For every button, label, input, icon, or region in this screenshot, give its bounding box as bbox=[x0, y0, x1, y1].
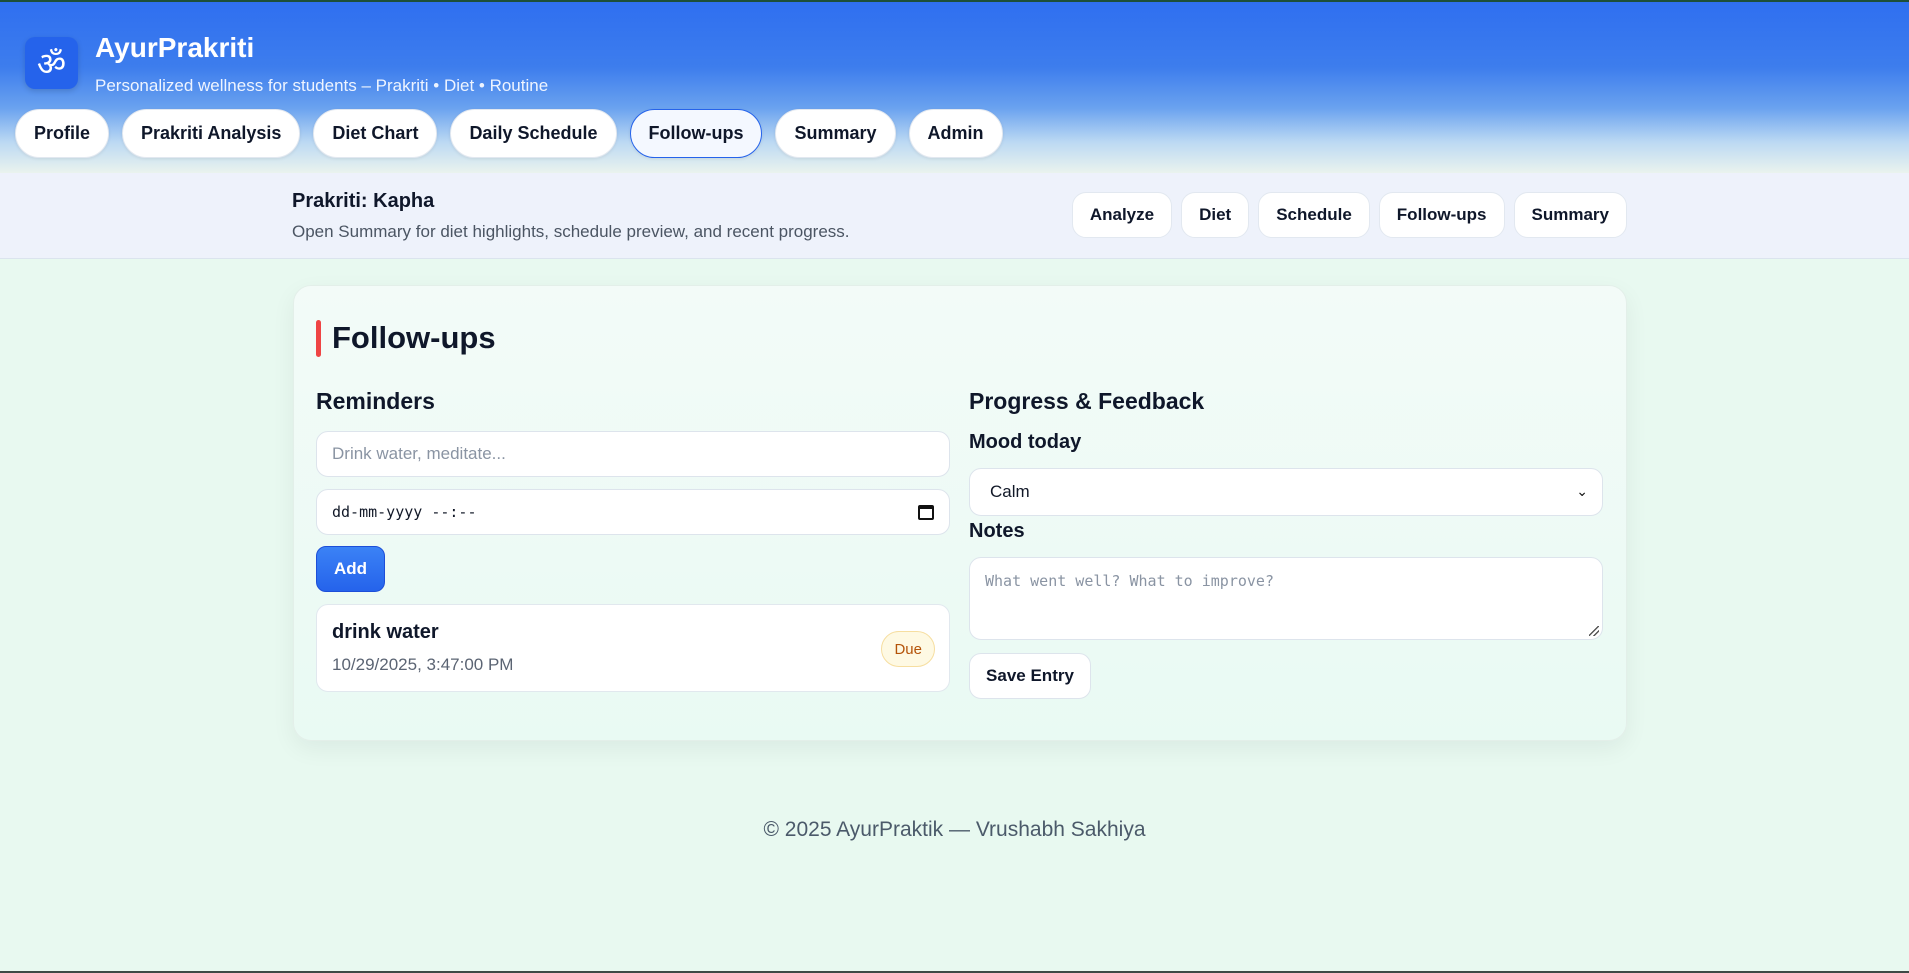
nav-profile[interactable]: Profile bbox=[15, 109, 110, 158]
nav-admin[interactable]: Admin bbox=[908, 109, 1003, 158]
status-badge: Due bbox=[881, 631, 935, 667]
title-accent-bar bbox=[316, 320, 321, 357]
mood-label: Mood today bbox=[969, 431, 1082, 453]
notes-textarea[interactable]: What went well? What to improve? bbox=[969, 557, 1603, 640]
prakriti-bar: Prakriti: Kapha Open Summary for diet hi… bbox=[0, 173, 1909, 259]
mood-select[interactable]: Calm ⌄ bbox=[969, 468, 1603, 516]
nav-summary[interactable]: Summary bbox=[775, 109, 896, 158]
save-entry-button[interactable]: Save Entry bbox=[969, 653, 1091, 699]
app-subtitle: Personalized wellness for students – Pra… bbox=[95, 76, 549, 95]
prakriti-title: Prakriti: Kapha bbox=[292, 190, 435, 212]
quick-follow-ups-button[interactable]: Follow-ups bbox=[1378, 192, 1505, 238]
app-title: AyurPrakriti bbox=[95, 32, 255, 63]
datetime-placeholder: dd-mm-yyyy --:-- bbox=[332, 503, 477, 521]
nav-diet-chart[interactable]: Diet Chart bbox=[313, 109, 438, 158]
notes-label: Notes bbox=[969, 520, 1025, 542]
reminders-section: Reminders Drink water, meditate... dd-mm… bbox=[316, 388, 950, 692]
page-title: Follow-ups bbox=[332, 320, 496, 355]
calendar-icon[interactable] bbox=[918, 504, 934, 520]
om-logo-icon: ॐ bbox=[25, 37, 78, 89]
prakriti-subtitle: Open Summary for diet highlights, schedu… bbox=[292, 222, 850, 241]
reminder-text-input[interactable]: Drink water, meditate... bbox=[316, 431, 950, 477]
nav-daily-schedule[interactable]: Daily Schedule bbox=[450, 109, 617, 158]
progress-section: Progress & Feedback Mood today Calm ⌄ No… bbox=[969, 388, 1603, 699]
quick-summary-button[interactable]: Summary bbox=[1513, 192, 1627, 238]
add-reminder-button[interactable]: Add bbox=[316, 546, 385, 592]
reminder-title: drink water bbox=[332, 621, 439, 643]
app-header: ॐ AyurPrakriti Personalized wellness for… bbox=[0, 0, 1909, 173]
reminder-item: drink water 10/29/2025, 3:47:00 PM Due bbox=[316, 604, 950, 692]
follow-ups-card: Follow-ups Reminders Drink water, medita… bbox=[293, 285, 1627, 741]
reminder-time: 10/29/2025, 3:47:00 PM bbox=[332, 655, 514, 674]
quick-diet-button[interactable]: Diet bbox=[1181, 192, 1250, 238]
nav-prakriti-analysis[interactable]: Prakriti Analysis bbox=[122, 109, 301, 158]
main-nav: Profile Prakriti Analysis Diet Chart Dai… bbox=[15, 109, 1003, 158]
chevron-down-icon: ⌄ bbox=[1576, 484, 1588, 500]
quick-links: Analyze Diet Schedule Follow-ups Summary bbox=[1071, 192, 1627, 238]
resize-handle-icon[interactable] bbox=[1589, 626, 1599, 636]
reminder-datetime-input[interactable]: dd-mm-yyyy --:-- bbox=[316, 489, 950, 535]
nav-follow-ups[interactable]: Follow-ups bbox=[629, 109, 763, 158]
notes-placeholder: What went well? What to improve? bbox=[985, 572, 1274, 590]
quick-schedule-button[interactable]: Schedule bbox=[1258, 192, 1370, 238]
quick-analyze-button[interactable]: Analyze bbox=[1071, 192, 1173, 238]
footer-text: © 2025 AyurPraktik — Vrushabh Sakhiya bbox=[763, 818, 1146, 841]
progress-heading: Progress & Feedback bbox=[969, 388, 1205, 414]
reminders-heading: Reminders bbox=[316, 388, 435, 414]
mood-selected-value: Calm bbox=[990, 482, 1030, 501]
